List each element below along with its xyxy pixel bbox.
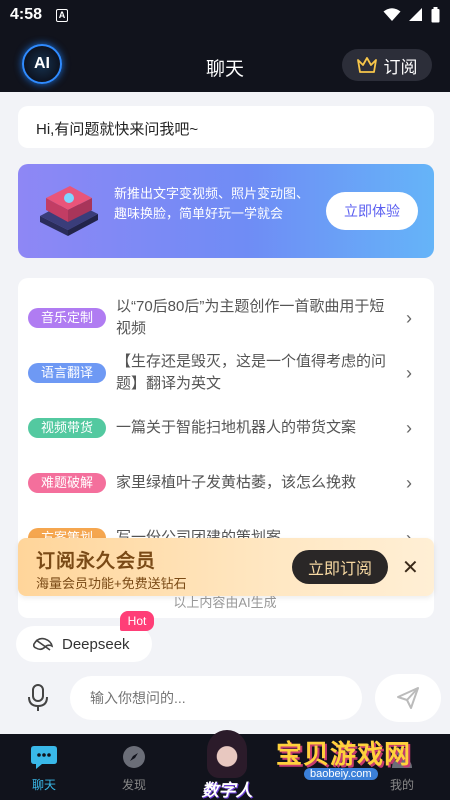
subscribe-button[interactable]: 订阅 <box>342 49 432 81</box>
chevron-right-icon: › <box>406 418 412 438</box>
tab-discover[interactable]: 发现 <box>104 742 164 793</box>
prompt-tag: 难题破解 <box>28 473 106 493</box>
input-bar <box>0 668 450 732</box>
profile-icon <box>392 748 412 768</box>
status-icons <box>383 7 440 23</box>
prompt-item[interactable]: 语言翻译 【生存还是毁灭，这是一个值得考虑的问题】翻译为英文 › <box>18 349 434 397</box>
prompt-item[interactable]: 难题破解 家里绿植叶子发黄枯萎，该怎么挽救 › <box>18 459 434 507</box>
chevron-right-icon: › <box>406 363 412 383</box>
prompt-tag: 语言翻译 <box>28 363 106 383</box>
tab-chat[interactable]: 聊天 <box>14 742 74 793</box>
greeting-bubble: Hi,有问题就快来问我吧~ <box>18 106 434 148</box>
chat-content: Hi,有问题就快来问我吧~ 新推出文字变视频、照片变动图、趣味换脸，简单好玩一学… <box>0 92 450 732</box>
tab-mine[interactable]: 我的 <box>372 742 432 793</box>
message-input[interactable] <box>70 676 362 720</box>
close-icon[interactable]: ✕ <box>402 555 420 579</box>
send-button[interactable] <box>375 674 441 722</box>
model-selector[interactable]: Deepseek <box>16 626 152 662</box>
tab-discover-label: 发现 <box>121 778 146 792</box>
vip-popup: 订阅永久会员 海量会员功能+免费送钻石 立即订阅 ✕ <box>18 538 434 596</box>
status-time: 4:58 <box>10 6 43 23</box>
chat-bubble-icon <box>31 746 57 769</box>
deepseek-whale-icon <box>32 637 54 651</box>
signal-icon <box>409 8 422 21</box>
status-bar: 4:58 A <box>0 0 450 32</box>
tab-mine-label: 我的 <box>389 778 414 792</box>
notification-a-icon: A <box>56 9 68 22</box>
prompt-item[interactable]: 视频带货 一篇关于智能扫地机器人的带货文案 › <box>18 404 434 452</box>
hot-badge: Hot <box>120 611 154 631</box>
tab-digital-label: 数字人 <box>201 781 253 800</box>
chevron-right-icon: › <box>406 308 412 328</box>
try-now-button[interactable]: 立即体验 <box>326 192 418 230</box>
prompt-text: 以“70后80后”为主题创作一首歌曲用于短视频 <box>116 298 385 337</box>
microphone-icon[interactable] <box>26 682 50 714</box>
crown-icon <box>356 57 377 73</box>
tab-chat-label: 聊天 <box>31 778 56 792</box>
top-bar: 4:58 A AI 聊天 订阅 <box>0 0 450 92</box>
prompt-text: 家里绿植叶子发黄枯萎，该怎么挽救 <box>116 474 357 491</box>
prompt-item[interactable]: 音乐定制 以“70后80后”为主题创作一首歌曲用于短视频 › <box>18 294 434 342</box>
tab-digital-human[interactable]: 数字人 <box>194 726 260 800</box>
subscribe-label: 订阅 <box>383 57 418 77</box>
prompt-text: 一篇关于智能扫地机器人的带货文案 <box>116 419 357 436</box>
prompt-tag: 视频带货 <box>28 418 106 438</box>
vip-subtitle: 海量会员功能+免费送钻石 <box>36 576 187 591</box>
subscribe-now-button[interactable]: 立即订阅 <box>292 550 388 584</box>
send-icon <box>397 687 419 709</box>
banner-text: 新推出文字变视频、照片变动图、趣味换脸，简单好玩一学就会 <box>114 186 310 221</box>
wifi-icon <box>383 8 401 21</box>
chevron-right-icon: › <box>406 473 412 493</box>
compass-icon <box>123 746 145 768</box>
prompt-tag: 音乐定制 <box>28 308 106 328</box>
promo-banner[interactable]: 新推出文字变视频、照片变动图、趣味换脸，简单好玩一学就会 立即体验 <box>18 164 434 258</box>
vip-title: 订阅永久会员 <box>36 551 157 572</box>
video-device-illustration <box>40 186 98 236</box>
model-name: Deepseek <box>62 635 130 653</box>
battery-icon <box>431 7 440 23</box>
prompt-text: 【生存还是毁灭，这是一个值得考虑的问题】翻译为英文 <box>116 353 387 392</box>
digital-human-avatar <box>207 730 247 778</box>
